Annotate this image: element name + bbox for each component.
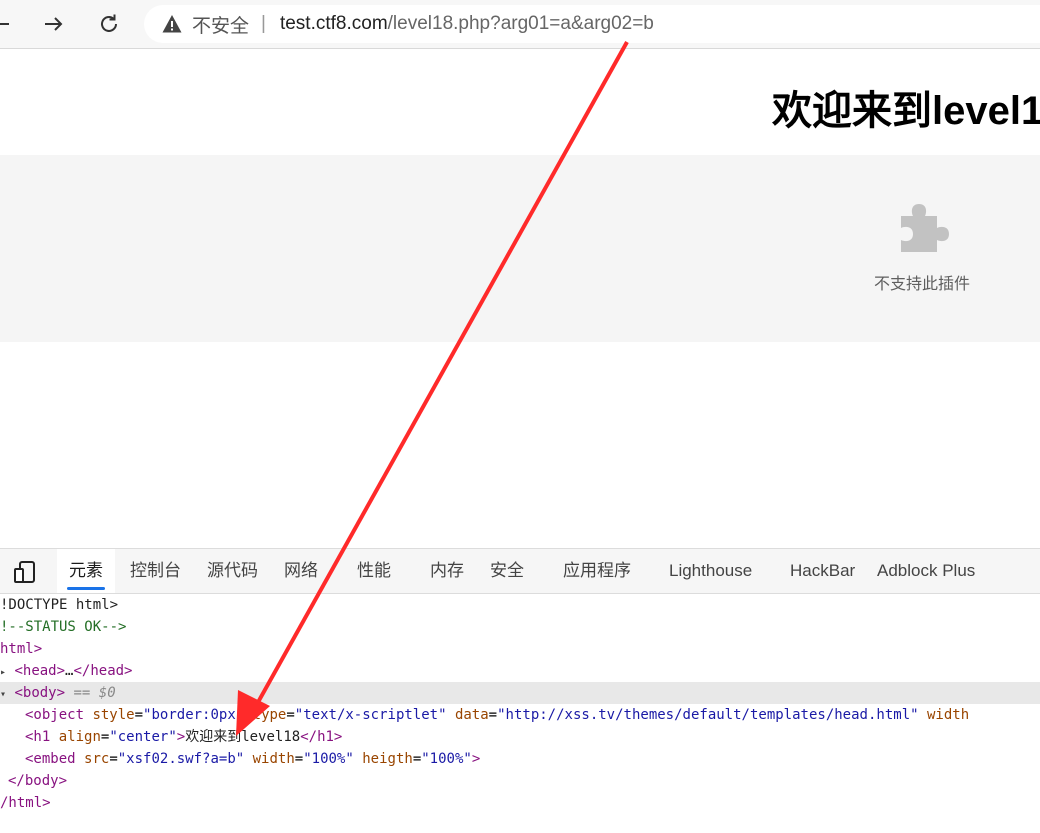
expand-triangle-icon[interactable]: ▸ [0,667,6,678]
device-toggle-icon[interactable] [13,560,37,584]
dom-line-head[interactable]: ▸ <head>…</head> [0,660,1040,682]
dom-line-body-selected[interactable]: ▾ <body> == $0 [0,682,1040,704]
puzzle-piece-icon [901,204,949,252]
tab-sources[interactable]: 源代码 [207,549,258,593]
devtools-tab-bar: 元素 控制台 源代码 网络 性能 内存 安全 应用程序 Lighthouse H… [0,548,1040,594]
tab-elements[interactable]: 元素 [57,549,115,593]
tab-network[interactable]: 网络 [284,549,318,593]
tab-lighthouse[interactable]: Lighthouse [669,549,752,593]
dom-line-html-close[interactable]: /html> [0,792,1040,814]
plugin-unsupported-message: 不支持此插件 [874,276,971,293]
url-host: test.ctf8.com [279,13,388,34]
dom-line-html-open[interactable]: html> [0,638,1040,660]
refresh-icon [101,14,117,32]
tab-hackbar[interactable]: HackBar [790,549,855,593]
browser-toolbar: 不安全 | test.ctf8.com/level18.php?arg01=a&… [0,0,1040,49]
embed-plugin-area [0,155,1040,342]
dom-line-comment[interactable]: !--STATUS OK--> [0,616,1040,638]
back-arrow-icon [0,23,9,25]
dom-line-object[interactable]: <object style="border:0px" type="text/x-… [0,704,1040,726]
refresh-button[interactable] [93,8,125,40]
warning-icon [162,15,182,33]
tab-security[interactable]: 安全 [490,549,524,593]
dom-line-h1[interactable]: <h1 align="center">欢迎来到level18</h1> [0,726,1040,748]
collapse-triangle-icon[interactable]: ▾ [0,689,6,700]
tab-application[interactable]: 应用程序 [563,549,631,593]
tab-adblock-plus[interactable]: Adblock Plus [877,549,975,593]
forward-arrow-icon [45,17,63,31]
back-button[interactable] [0,8,16,40]
insecure-label[interactable]: 不安全 [192,11,249,38]
tab-memory[interactable]: 内存 [430,549,464,593]
forward-button[interactable] [38,8,70,40]
dom-line-body-close[interactable]: </body> [0,770,1040,792]
tab-performance[interactable]: 性能 [357,549,391,593]
url-text[interactable]: test.ctf8.com/level18.php?arg01=a&arg02=… [280,13,654,35]
address-separator: | [261,13,266,34]
page-title: 欢迎来到level1 [772,89,1040,133]
dom-line-doctype[interactable]: !DOCTYPE html> [0,594,1040,616]
url-path: /level18.php?arg01=a&arg02=b [387,13,654,34]
address-bar[interactable]: 不安全 | test.ctf8.com/level18.php?arg01=a&… [144,5,1040,43]
dom-tree: !DOCTYPE html> !--STATUS OK--> html> ▸ <… [0,593,1040,833]
tab-console[interactable]: 控制台 [130,549,181,593]
dom-line-embed[interactable]: <embed src="xsf02.swf?a=b" width="100%" … [0,748,1040,770]
